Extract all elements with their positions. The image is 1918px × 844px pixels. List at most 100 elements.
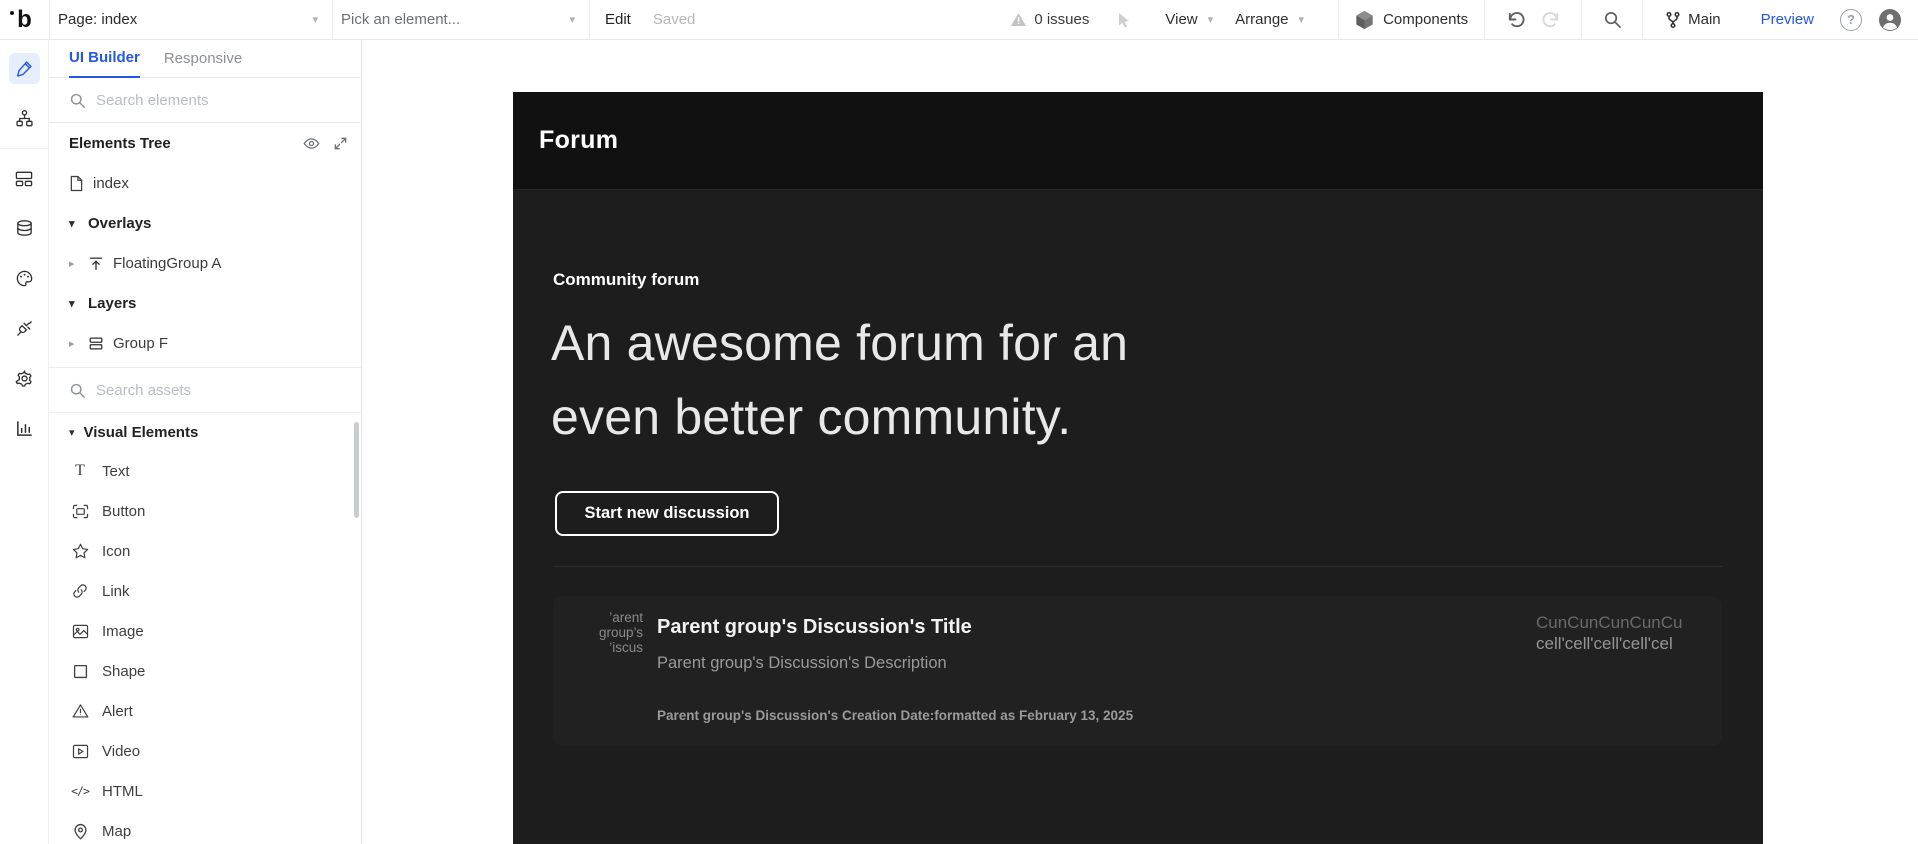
forum-artboard[interactable]: Forum Community forum An awesome forum f… <box>513 92 1763 844</box>
divider <box>1581 0 1583 40</box>
tree-item-label: index <box>93 174 129 192</box>
chevron-down-icon: ▾ <box>312 14 318 26</box>
forum-title: Forum <box>539 126 619 154</box>
search-elements-box[interactable] <box>49 78 361 123</box>
issues-indicator[interactable]: 0 issues <box>1010 11 1089 28</box>
view-menu[interactable]: View ▾ <box>1165 11 1213 28</box>
app-root: b Page: index ▾ Pick an element... ▾ Edi… <box>0 0 1918 844</box>
panel-scrollbar[interactable] <box>354 422 359 518</box>
element-item-button[interactable]: Button <box>49 491 361 531</box>
cursor-tool-icon[interactable] <box>1115 11 1133 29</box>
element-item-label: Image <box>102 622 144 640</box>
search-assets-box[interactable] <box>49 368 361 413</box>
element-item-label: Text <box>102 462 130 480</box>
help-icon[interactable]: ? <box>1840 8 1862 31</box>
map-pin-icon <box>71 823 89 840</box>
undo-icon[interactable] <box>1502 7 1528 33</box>
search-icon <box>69 382 86 399</box>
search-assets-input[interactable] <box>96 381 326 399</box>
stacked-rows-icon <box>88 336 104 351</box>
rail-settings-gear-icon[interactable] <box>9 363 40 394</box>
rail-edit-pencil-icon[interactable] <box>8 53 40 84</box>
element-item-shape[interactable]: Shape <box>49 651 361 691</box>
components-button[interactable]: Components <box>1351 10 1472 30</box>
chevron-down-icon: ▾ <box>1298 14 1305 26</box>
issues-count-label: 0 issues <box>1034 11 1090 28</box>
element-item-label: Icon <box>102 542 131 560</box>
element-item-label: Link <box>102 582 130 600</box>
alert-triangle-icon <box>71 703 89 719</box>
thumb-line: group’s <box>598 625 643 640</box>
page-file-icon <box>69 175 84 192</box>
rail-plug-icon[interactable] <box>9 313 40 344</box>
redo-icon <box>1538 7 1564 33</box>
tab-ui-builder[interactable]: UI Builder <box>69 40 140 78</box>
visual-elements-title: Visual Elements <box>83 423 199 441</box>
tree-item-label: FloatingGroup A <box>113 254 222 272</box>
rail-component-tree-icon[interactable] <box>9 103 40 134</box>
discussion-card[interactable]: ’arent group’s ’iscus Parent group's Dis… <box>553 596 1722 746</box>
forum-header: Forum <box>513 92 1763 190</box>
element-picker-dropdown[interactable]: Pick an element... ▾ <box>333 0 590 40</box>
element-item-image[interactable]: Image <box>49 611 361 651</box>
link-icon <box>71 583 89 599</box>
element-item-text[interactable]: T Text <box>49 451 361 491</box>
arrange-menu[interactable]: Arrange ▾ <box>1235 11 1304 28</box>
search-icon[interactable] <box>1599 7 1625 33</box>
element-item-label: Alert <box>102 702 133 720</box>
element-item-label: Button <box>102 502 146 520</box>
thumb-line: ’arent <box>609 610 643 625</box>
element-item-label: Shape <box>102 662 146 680</box>
rail-palette-icon[interactable] <box>9 263 40 294</box>
video-icon <box>71 744 89 759</box>
preview-button[interactable]: Preview <box>1761 11 1814 28</box>
shape-square-icon <box>71 664 89 679</box>
search-icon <box>69 92 86 109</box>
left-panel: UI Builder Responsive Elements Tree <box>49 40 362 844</box>
element-picker-label: Pick an element... <box>341 11 461 28</box>
element-item-html[interactable]: </> HTML <box>49 771 361 811</box>
element-item-link[interactable]: Link <box>49 571 361 611</box>
caret-down-icon[interactable]: ▾ <box>69 217 79 230</box>
tab-responsive[interactable]: Responsive <box>164 40 242 78</box>
branch-selector[interactable]: Main <box>1665 11 1721 29</box>
tree-section-layers[interactable]: ▾ Layers <box>49 283 361 323</box>
element-item-map[interactable]: Map <box>49 811 361 844</box>
element-item-label: Map <box>102 822 132 840</box>
caret-down-icon[interactable]: ▾ <box>69 297 79 310</box>
discussion-description: Parent group's Discussion's Description <box>657 654 947 672</box>
divider <box>0 148 49 149</box>
element-item-video[interactable]: Video <box>49 731 361 771</box>
tree-item-group-f[interactable]: ▸ Group F <box>49 323 361 363</box>
edit-mode-label[interactable]: Edit <box>605 11 631 28</box>
button-icon <box>71 504 89 519</box>
chevron-down-icon: ▾ <box>569 14 575 26</box>
tree-item-floating-group[interactable]: ▸ FloatingGroup A <box>49 243 361 283</box>
eye-icon[interactable] <box>303 136 320 151</box>
right-text-line: cell'cell'cell'cell'cel <box>1536 634 1673 653</box>
text-icon: T <box>75 462 85 479</box>
expand-panel-icon[interactable] <box>333 136 348 151</box>
arrange-menu-label: Arrange <box>1235 11 1289 28</box>
element-item-label: Video <box>102 742 141 760</box>
start-discussion-button[interactable]: Start new discussion <box>555 491 779 536</box>
page-selector-dropdown[interactable]: Page: index ▾ <box>49 0 333 40</box>
hero-heading: An awesome forum for an even better comm… <box>551 306 1128 454</box>
git-branch-icon <box>1665 11 1681 29</box>
user-avatar[interactable] <box>1878 8 1902 32</box>
element-item-icon[interactable]: Icon <box>49 531 361 571</box>
tree-item-index[interactable]: index <box>49 163 361 203</box>
rail-layout-frames-icon[interactable] <box>9 163 40 194</box>
search-elements-input[interactable] <box>96 91 326 109</box>
cube-icon <box>1355 10 1374 30</box>
rail-analytics-chart-icon[interactable] <box>9 413 40 444</box>
rail-database-icon[interactable] <box>9 213 40 244</box>
builder-logo[interactable]: b <box>0 0 49 40</box>
builder-logo-glyph: b <box>10 7 32 32</box>
visual-elements-header[interactable]: ▾ Visual Elements <box>49 413 361 451</box>
element-item-alert[interactable]: Alert <box>49 691 361 731</box>
star-icon <box>71 543 89 559</box>
caret-right-icon[interactable]: ▸ <box>69 337 79 350</box>
tree-section-overlays[interactable]: ▾ Overlays <box>49 203 361 243</box>
caret-right-icon[interactable]: ▸ <box>69 257 79 270</box>
